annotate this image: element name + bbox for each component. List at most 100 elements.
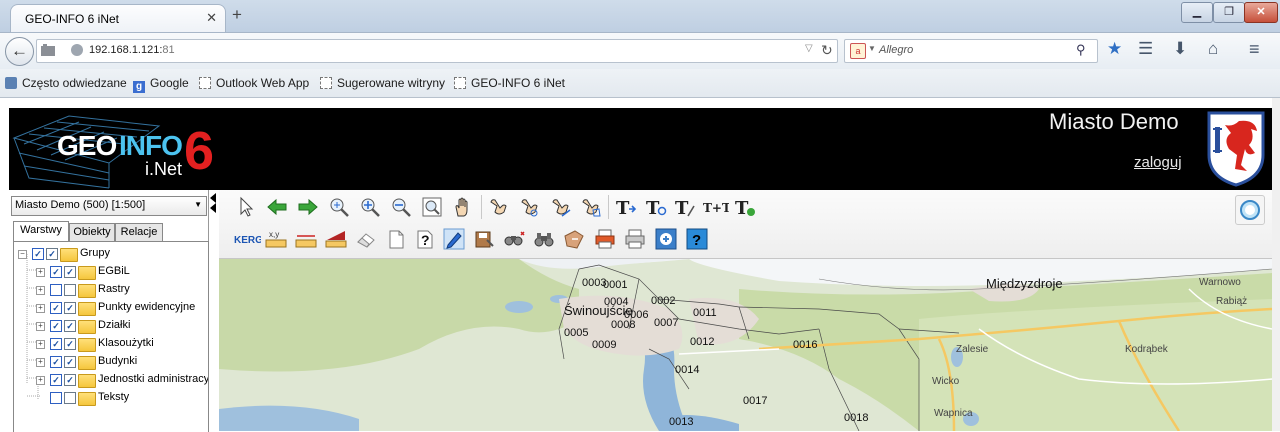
collapse-icon[interactable]: − <box>18 250 27 259</box>
text-search-icon[interactable]: T <box>615 196 637 218</box>
parcel-label[interactable]: 0012 <box>690 336 714 348</box>
text-edit-icon[interactable]: T <box>674 196 696 218</box>
measure-area-icon[interactable] <box>325 228 347 250</box>
map-scale-select[interactable]: Miasto Demo (500) [1:500] ▼ <box>11 196 207 216</box>
info-point-icon[interactable] <box>487 196 509 218</box>
pan-hand-icon[interactable] <box>452 196 474 218</box>
parcel-label[interactable]: 0001 <box>603 279 627 291</box>
expand-icon[interactable]: + <box>36 268 45 277</box>
layer-label-checkbox[interactable]: ✓ <box>64 374 76 386</box>
binoculars-icon[interactable] <box>533 228 555 250</box>
layer-visible-checkbox[interactable]: ✓ <box>50 266 62 278</box>
page-scrollbar[interactable] <box>1272 98 1280 431</box>
home-icon[interactable]: ⌂ <box>1208 39 1218 59</box>
parcel-label[interactable]: 0017 <box>743 395 767 407</box>
layer-label-checkbox[interactable]: ✓ <box>64 338 76 350</box>
globe-icon[interactable] <box>1235 195 1265 225</box>
layer-label-checkbox[interactable]: ✓ <box>64 266 76 278</box>
layer-label-checkbox[interactable] <box>64 392 76 404</box>
parcel-label[interactable]: 0014 <box>675 364 699 376</box>
expand-icon[interactable]: + <box>36 358 45 367</box>
zoom-window-icon[interactable] <box>328 196 350 218</box>
zoom-extent-icon[interactable] <box>421 196 443 218</box>
layer-visible-checkbox[interactable]: ✓ <box>50 356 62 368</box>
text-add-icon[interactable]: T <box>734 196 756 218</box>
search-engine-icon[interactable]: a <box>850 43 866 59</box>
new-tab-button[interactable]: + <box>232 5 242 25</box>
parcel-label[interactable]: 0005 <box>564 327 588 339</box>
search-objects-icon[interactable] <box>503 228 525 250</box>
address-text[interactable]: 192.168.1.121:81 <box>89 44 175 56</box>
info-line-icon[interactable] <box>549 196 571 218</box>
tab-relacje[interactable]: Relacje <box>115 223 163 241</box>
panel-collapse-icon[interactable] <box>209 192 217 214</box>
history-dropdown-icon[interactable]: ▽ <box>805 43 813 54</box>
save-icon[interactable] <box>473 228 495 250</box>
parcel-label[interactable]: 0007 <box>654 317 678 329</box>
zoom-out-icon[interactable] <box>390 196 412 218</box>
export-icon[interactable] <box>655 228 677 250</box>
expand-icon[interactable]: + <box>36 286 45 295</box>
select-arrow-icon[interactable] <box>235 196 257 218</box>
measure-distance-icon[interactable] <box>295 228 317 250</box>
layer-label-checkbox[interactable] <box>64 284 76 296</box>
parcel-label[interactable]: 0002 <box>651 295 675 307</box>
download-icon[interactable]: ⬇ <box>1173 39 1187 59</box>
kerg-icon[interactable]: KERG <box>233 228 261 250</box>
expand-icon[interactable]: + <box>36 376 45 385</box>
window-minimize-button[interactable]: ▁ <box>1181 2 1213 23</box>
layer-visible-checkbox[interactable]: ✓ <box>50 374 62 386</box>
bookmark-star-icon[interactable]: ★ <box>1107 39 1122 59</box>
search-bar[interactable]: a ▼ Allegro ⚲ <box>844 39 1098 63</box>
print-icon[interactable] <box>624 228 646 250</box>
coordinates-icon[interactable]: x,y <box>265 228 287 250</box>
browser-tab[interactable]: GEO-INFO 6 iNet ✕ <box>10 4 226 33</box>
back-button[interactable]: ← <box>5 37 34 66</box>
info-area-icon[interactable] <box>518 196 540 218</box>
map-view[interactable]: 0001 0002 0003 0004 0005 0006 0007 0008 0009 0011… <box>219 259 1272 431</box>
bookmarks-list-icon[interactable]: ☰ <box>1138 39 1153 59</box>
search-engine-dropdown-icon[interactable]: ▼ <box>868 44 876 53</box>
window-restore-button[interactable]: ❐ <box>1213 2 1245 23</box>
text-merge-icon[interactable]: T+T <box>703 196 729 218</box>
parcel-label[interactable]: 0013 <box>669 416 693 428</box>
parcel-label[interactable]: 0011 <box>693 307 717 319</box>
zoom-in-icon[interactable] <box>359 196 381 218</box>
layer-visible-checkbox[interactable] <box>50 284 62 296</box>
reload-icon[interactable]: ↻ <box>821 42 833 59</box>
expand-icon[interactable]: + <box>36 304 45 313</box>
search-input[interactable]: Allegro <box>879 44 913 56</box>
parcel-label[interactable]: 0016 <box>793 339 817 351</box>
bookmark-most-visited[interactable]: Często odwiedzane <box>5 76 127 90</box>
bookmark-outlook[interactable]: Outlook Web App <box>199 76 309 90</box>
bookmark-geo-info[interactable]: GEO-INFO 6 iNet <box>454 76 565 90</box>
text-refresh-icon[interactable]: T <box>645 196 667 218</box>
help-context-icon[interactable]: ? <box>414 228 436 250</box>
layer-label-checkbox[interactable]: ✓ <box>64 356 76 368</box>
info-polygon-icon[interactable] <box>579 196 601 218</box>
parcel-label[interactable]: 0009 <box>592 339 616 351</box>
parcel-label[interactable]: 0018 <box>844 412 868 424</box>
layer-visible-checkbox[interactable]: ✓ <box>50 302 62 314</box>
help-icon[interactable]: ? <box>686 228 708 250</box>
bookmark-google[interactable]: g Google <box>133 76 189 93</box>
layer-visible-checkbox[interactable]: ✓ <box>32 248 44 260</box>
layer-label-checkbox[interactable]: ✓ <box>46 248 58 260</box>
menu-icon[interactable]: ≡ <box>1249 39 1260 60</box>
tab-close-icon[interactable]: ✕ <box>206 10 217 26</box>
eraser-icon[interactable] <box>355 228 377 250</box>
layer-label-checkbox[interactable]: ✓ <box>64 302 76 314</box>
parcel-map-icon[interactable] <box>563 228 585 250</box>
print-preview-icon[interactable] <box>594 228 616 250</box>
tab-warstwy[interactable]: Warstwy <box>13 221 69 241</box>
layer-visible-checkbox[interactable]: ✓ <box>50 320 62 332</box>
parcel-label[interactable]: 0003 <box>582 277 606 289</box>
search-icon[interactable]: ⚲ <box>1076 42 1086 58</box>
expand-icon[interactable]: + <box>36 340 45 349</box>
layer-visible-checkbox[interactable]: ✓ <box>50 338 62 350</box>
site-identity-icon[interactable] <box>41 44 55 56</box>
bookmark-suggested-sites[interactable]: Sugerowane witryny <box>320 76 445 90</box>
next-view-icon[interactable] <box>297 196 319 218</box>
layer-visible-checkbox[interactable] <box>50 392 62 404</box>
edit-pencil-icon[interactable] <box>443 228 465 250</box>
